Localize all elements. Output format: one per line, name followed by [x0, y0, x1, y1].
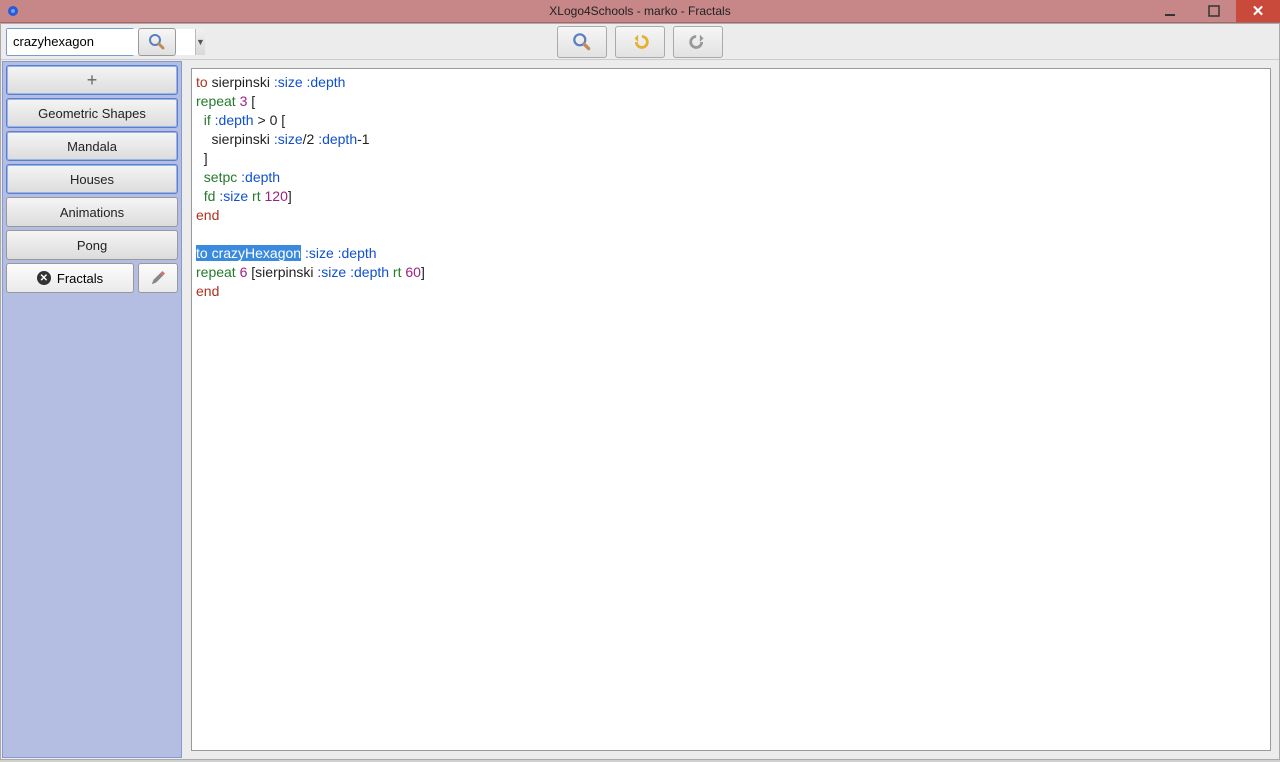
- code-content: to sierpinski :size :depth repeat 3 [ if…: [192, 69, 1270, 305]
- titlebar: XLogo4Schools - marko - Fractals ✕: [0, 0, 1280, 23]
- sidebar-item-houses[interactable]: Houses: [6, 164, 178, 194]
- plus-icon: +: [87, 70, 98, 91]
- sidebar-active-row: ✕ Fractals: [6, 263, 178, 293]
- sidebar-item-label: Animations: [60, 205, 124, 220]
- procedure-combo[interactable]: ▼: [6, 28, 134, 56]
- code-editor[interactable]: to sierpinski :size :depth repeat 3 [ if…: [191, 68, 1271, 751]
- sidebar-item-geometric-shapes[interactable]: Geometric Shapes: [6, 98, 178, 128]
- undo-button[interactable]: [615, 26, 665, 58]
- sidebar-item-label: Mandala: [67, 139, 117, 154]
- content: + Geometric Shapes Mandala Houses Animat…: [1, 60, 1279, 759]
- sidebar-active-label: Fractals: [57, 271, 103, 286]
- sidebar-item-label: Houses: [70, 172, 114, 187]
- search-button[interactable]: [138, 28, 176, 56]
- sidebar-item-label: Geometric Shapes: [38, 106, 146, 121]
- redo-button[interactable]: [673, 26, 723, 58]
- minimize-button[interactable]: [1148, 0, 1192, 22]
- app-frame: ▼: [0, 23, 1280, 760]
- redo-icon: [687, 31, 709, 53]
- close-button[interactable]: ✕: [1236, 0, 1280, 22]
- add-category-button[interactable]: +: [6, 65, 178, 95]
- sidebar-item-fractals[interactable]: ✕ Fractals: [6, 263, 134, 293]
- sidebar-item-pong[interactable]: Pong: [6, 230, 178, 260]
- highlighted-text: to crazyHexagon: [196, 245, 301, 261]
- zoom-button[interactable]: [557, 26, 607, 58]
- maximize-button[interactable]: [1192, 0, 1236, 22]
- sidebar-item-animations[interactable]: Animations: [6, 197, 178, 227]
- edit-category-button[interactable]: [138, 263, 178, 293]
- close-tag-icon[interactable]: ✕: [37, 271, 51, 285]
- combo-dropdown-icon[interactable]: ▼: [195, 29, 205, 55]
- sidebar-item-label: Pong: [77, 238, 107, 253]
- window-title: XLogo4Schools - marko - Fractals: [0, 4, 1280, 18]
- app-icon: [5, 3, 21, 19]
- undo-icon: [629, 31, 651, 53]
- pencil-icon: [149, 269, 167, 287]
- toolbar-center: [557, 26, 723, 58]
- window-controls: ✕: [1148, 0, 1280, 22]
- toolbar: ▼: [1, 24, 1279, 60]
- magnifier-icon: [571, 31, 593, 53]
- magnifier-icon: [147, 32, 167, 52]
- sidebar-item-mandala[interactable]: Mandala: [6, 131, 178, 161]
- sidebar: + Geometric Shapes Mandala Houses Animat…: [2, 61, 182, 758]
